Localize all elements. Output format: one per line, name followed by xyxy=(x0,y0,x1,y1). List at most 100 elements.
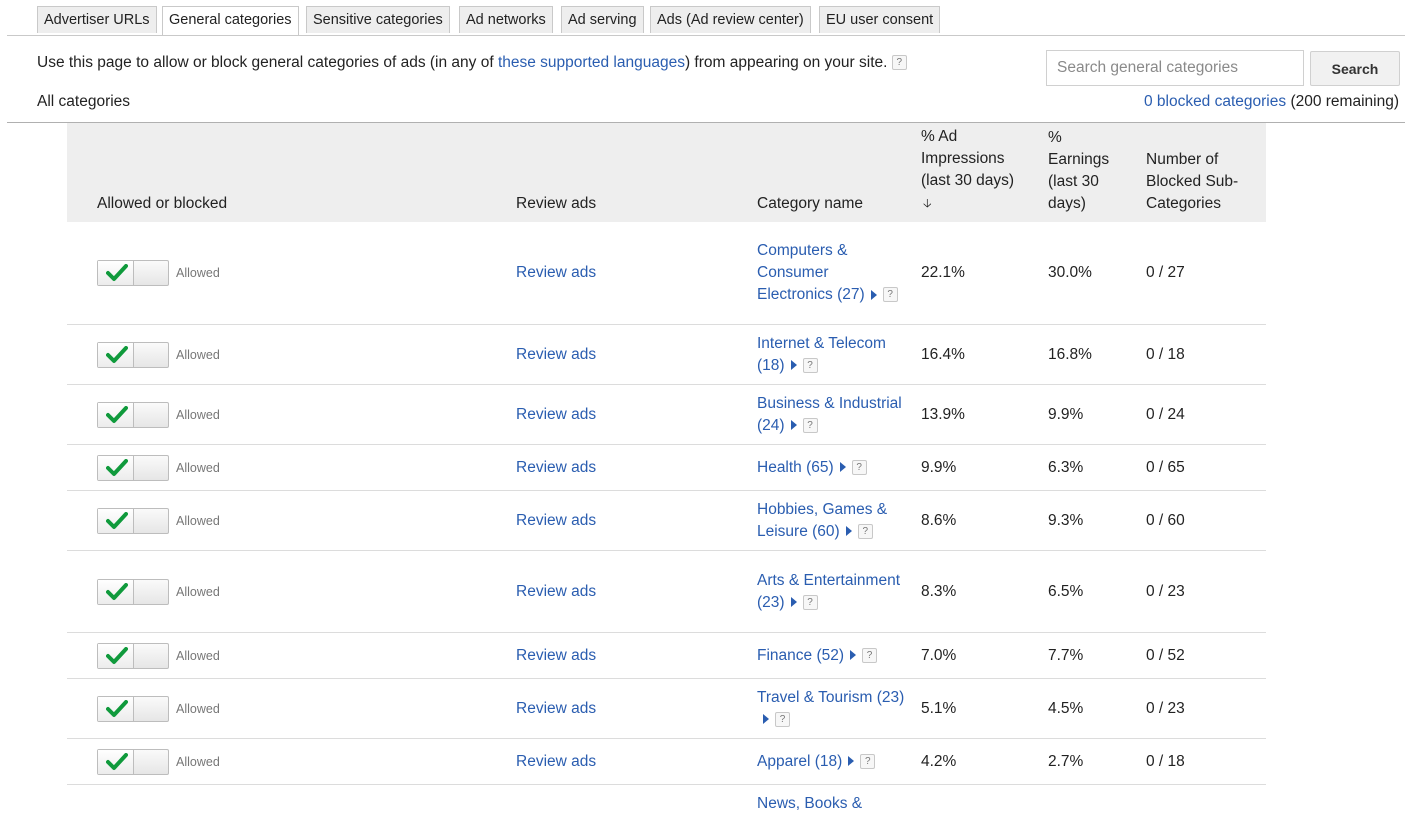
review-ads-link[interactable]: Review ads xyxy=(516,581,596,603)
review-ads-link[interactable]: Review ads xyxy=(516,344,596,366)
review-ads-link[interactable]: Review ads xyxy=(516,645,596,667)
tab-advertiser-urls[interactable]: Advertiser URLs xyxy=(37,6,157,33)
tab-eu-user-consent[interactable]: EU user consent xyxy=(819,6,941,33)
earnings-value: 16.8% xyxy=(1048,345,1092,363)
earnings-value: 4.5% xyxy=(1048,699,1084,717)
header-earnings[interactable]: % Earnings (last 30 days) xyxy=(1048,127,1109,215)
allow-block-toggle[interactable] xyxy=(97,642,169,669)
status-label: Allowed xyxy=(176,266,220,280)
expand-arrow-icon[interactable] xyxy=(790,597,797,608)
checkmark-icon xyxy=(106,699,128,717)
category-name-link[interactable]: Computers & Consumer Electronics (27) xyxy=(757,242,865,303)
status-label: Allowed xyxy=(176,347,220,362)
tab-sensitive-categories[interactable]: Sensitive categories xyxy=(306,6,450,33)
tab-general-categories[interactable]: General categories xyxy=(162,6,299,35)
help-icon[interactable]: ? xyxy=(802,357,818,373)
tab-ad-networks[interactable]: Ad networks xyxy=(459,6,553,33)
blocked-categories-link[interactable]: 0 blocked categories xyxy=(1144,93,1286,110)
header-earnings-line: days) xyxy=(1048,195,1086,212)
help-icon[interactable]: ? xyxy=(857,523,873,539)
category-name-link[interactable]: Internet & Telecom (18) xyxy=(757,335,886,374)
impressions-value: 9.9% xyxy=(921,458,957,476)
earnings-value: 7.7% xyxy=(1048,646,1084,664)
help-icon[interactable]: ? xyxy=(802,417,818,433)
header-review-ads: Review ads xyxy=(516,195,597,212)
expand-arrow-icon[interactable] xyxy=(839,462,846,473)
search-input[interactable] xyxy=(1046,50,1304,86)
status-label: Allowed xyxy=(176,460,220,475)
earnings-value: 30.0% xyxy=(1048,264,1092,281)
review-ads-link[interactable]: Review ads xyxy=(516,698,596,720)
expand-arrow-icon[interactable] xyxy=(790,420,797,431)
header-blocked-line: Categories xyxy=(1146,195,1221,212)
table-row: Allowed Review ads Hobbies, Games & Leisur… xyxy=(67,491,1266,551)
category-name-link[interactable]: Health (65) xyxy=(757,459,834,476)
review-ads-link[interactable]: Review ads xyxy=(516,404,596,426)
category-cell: Computers & Consumer Electronics (27)? xyxy=(757,240,907,306)
search-button[interactable]: Search xyxy=(1310,51,1400,86)
help-icon[interactable]: ? xyxy=(882,287,898,303)
blocked-subcategories-value: 0 / 65 xyxy=(1146,458,1185,476)
expand-arrow-icon[interactable] xyxy=(763,714,769,725)
category-cell: Hobbies, Games & Leisure (60)? xyxy=(757,499,907,543)
intro-text-before: Use this page to allow or block general … xyxy=(37,54,498,71)
expand-arrow-icon[interactable] xyxy=(848,756,855,767)
table-header: Allowed or blocked Review ads Category n… xyxy=(67,123,1266,222)
allow-block-toggle[interactable] xyxy=(97,695,169,722)
earnings-value: 9.3% xyxy=(1048,511,1084,529)
header-impressions-line: (last 30 days) xyxy=(921,172,1015,189)
supported-languages-link[interactable]: these supported languages xyxy=(498,54,685,71)
checkmark-icon xyxy=(106,582,128,600)
category-name-link[interactable]: Business & Industrial (24) xyxy=(757,395,902,434)
review-ads-link[interactable]: Review ads xyxy=(516,457,596,479)
help-icon[interactable]: ? xyxy=(851,459,867,475)
status-label: Allowed xyxy=(176,701,220,716)
review-ads-link[interactable]: Review ads xyxy=(516,262,596,284)
category-name-link[interactable]: News, Books & xyxy=(757,793,907,815)
tab-ads-review-center[interactable]: Ads (Ad review center) xyxy=(650,6,811,33)
header-earnings-line: % xyxy=(1048,129,1062,146)
table-row: Allowed Review ads Travel & Tourism (23)? 5… xyxy=(67,679,1266,739)
help-icon[interactable]: ? xyxy=(891,55,907,71)
category-cell: Finance (52)? xyxy=(757,645,907,667)
help-icon[interactable]: ? xyxy=(775,711,790,727)
allow-block-toggle[interactable] xyxy=(97,454,169,481)
status-label: Allowed xyxy=(176,407,220,422)
help-icon[interactable]: ? xyxy=(862,647,878,663)
allow-block-toggle[interactable] xyxy=(97,260,169,286)
help-icon[interactable]: ? xyxy=(860,753,876,769)
expand-arrow-icon[interactable] xyxy=(845,526,852,537)
expand-arrow-icon[interactable] xyxy=(790,360,797,371)
status-label: Allowed xyxy=(176,584,220,599)
blocked-subcategories-value: 0 / 18 xyxy=(1146,752,1185,770)
status-label: Allowed xyxy=(176,648,220,663)
category-cell: Business & Industrial (24)? xyxy=(757,393,907,437)
category-name-link[interactable]: Travel & Tourism (23) xyxy=(757,689,904,706)
earnings-value: 6.5% xyxy=(1048,582,1084,600)
header-earnings-line: Earnings xyxy=(1048,151,1110,168)
impressions-value: 16.4% xyxy=(921,345,965,363)
header-earnings-line: (last 30 xyxy=(1048,173,1099,190)
review-ads-link[interactable]: Review ads xyxy=(516,510,596,532)
allow-block-toggle[interactable] xyxy=(97,748,169,775)
earnings-value: 6.3% xyxy=(1048,458,1084,476)
header-ad-impressions[interactable]: % Ad Impressions (last 30 days) 🡣 xyxy=(921,126,1014,214)
allow-block-toggle[interactable] xyxy=(97,507,169,534)
category-name-link[interactable]: Arts & Entertainment (23) xyxy=(757,572,900,611)
category-cell: Health (65)? xyxy=(757,457,907,479)
review-ads-link[interactable]: Review ads xyxy=(516,751,596,773)
allow-block-toggle[interactable] xyxy=(97,578,169,605)
category-name-link[interactable]: Apparel (18) xyxy=(757,753,842,770)
header-blocked-subcategories[interactable]: Number of Blocked Sub- Categories xyxy=(1146,149,1238,215)
expand-arrow-icon[interactable] xyxy=(850,650,857,661)
sort-descending-icon: 🡣 xyxy=(923,196,932,210)
category-name-link[interactable]: Finance (52) xyxy=(757,647,844,664)
allow-block-toggle[interactable] xyxy=(97,341,169,368)
expand-arrow-icon[interactable] xyxy=(870,289,877,300)
help-icon[interactable]: ? xyxy=(802,594,818,610)
earnings-value: 2.7% xyxy=(1048,752,1084,770)
tab-ad-serving[interactable]: Ad serving xyxy=(561,6,644,33)
category-cell: Travel & Tourism (23)? xyxy=(757,687,907,731)
header-category-name[interactable]: Category name xyxy=(757,193,863,215)
allow-block-toggle[interactable] xyxy=(97,401,169,428)
